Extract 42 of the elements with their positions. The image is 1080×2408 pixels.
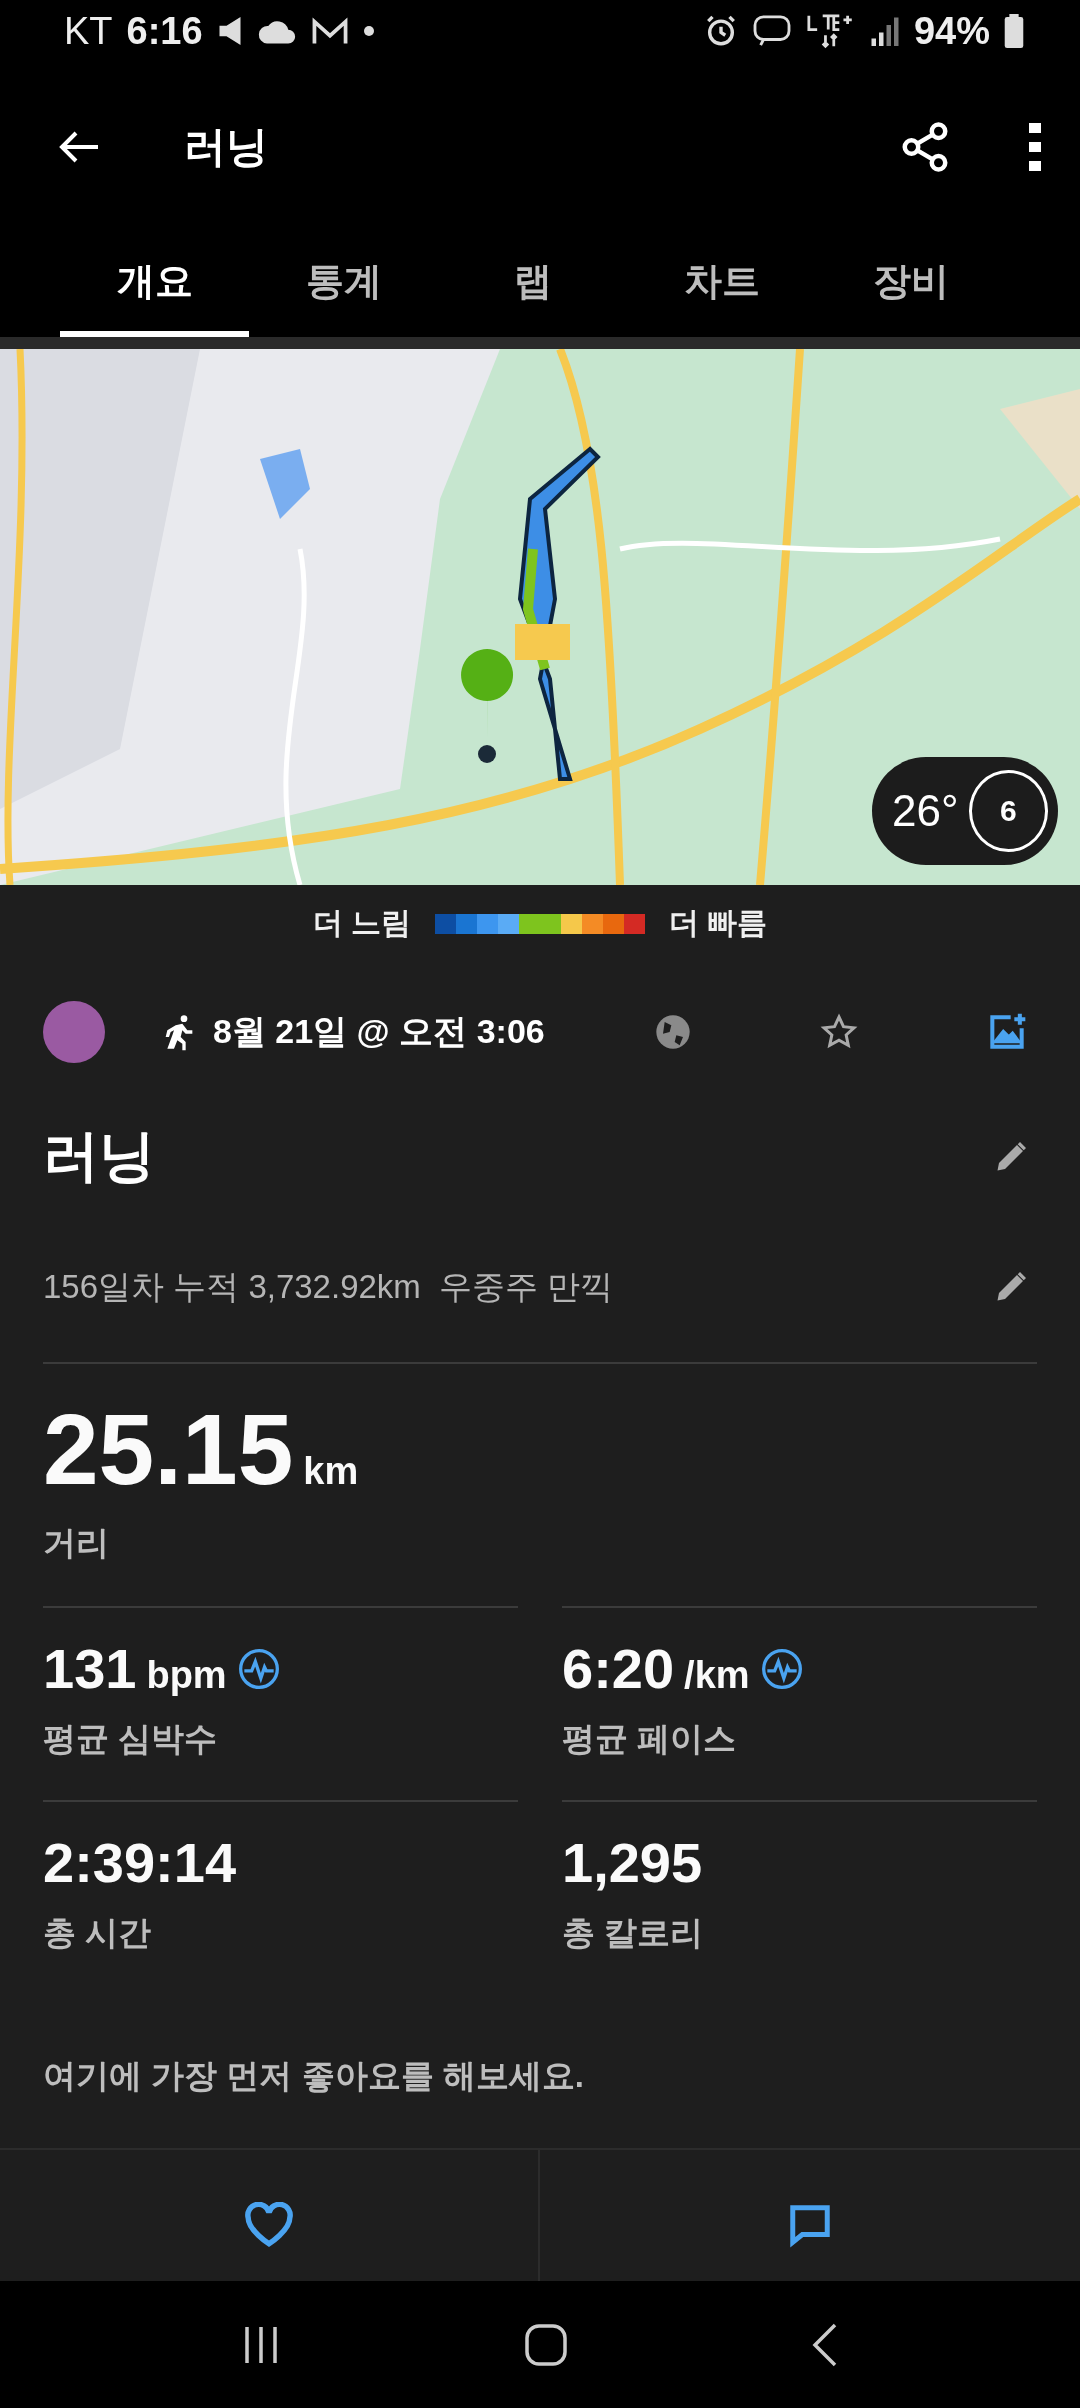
gauge-icon: 6: [968, 770, 1048, 852]
tab[interactable]: 랩: [438, 232, 627, 337]
battery-level: 94%: [913, 9, 990, 53]
more-icon: [1028, 122, 1042, 172]
heart-icon: [244, 2202, 294, 2248]
signal-icon: [869, 15, 900, 47]
stat-label: 평균 심박수: [43, 1719, 219, 1759]
home-icon: [524, 2322, 568, 2367]
heart-rate-icon: [236, 1646, 281, 1691]
tab[interactable]: 차트: [627, 232, 816, 337]
globe-icon: [653, 1012, 693, 1052]
legend-label: 더 느림: [312, 905, 411, 941]
legend-label: 더 빠름: [669, 905, 768, 941]
activity-note: 156일차 누적 3,732.92km 우중주 만끽: [43, 1266, 614, 1307]
heart-rate-icon: [759, 1646, 804, 1691]
stat-value: 1,295: [562, 1830, 703, 1895]
distance-label: 거리: [43, 1523, 110, 1563]
like-prompt: 여기에 가장 먼저 좋아요를 해보세요.: [43, 2055, 584, 2096]
clock: 6:16: [126, 9, 203, 53]
stat-label: 총 시간: [43, 1913, 153, 1953]
mail-icon: [310, 17, 349, 45]
stat-unit: bpm: [146, 1654, 227, 1697]
temperature: 26°: [892, 786, 959, 836]
activity-date: 8월 21일 @ 오전 3:06: [213, 1011, 545, 1052]
tab[interactable]: 개요: [60, 232, 249, 337]
stat-unit: /km: [684, 1654, 750, 1697]
tab[interactable]: 통계: [249, 232, 438, 337]
stat-label: 평균 페이스: [562, 1719, 738, 1759]
battery-icon: [1004, 14, 1024, 48]
comment-icon: [787, 2202, 833, 2248]
stat-value: 6:20: [562, 1636, 675, 1701]
stat-label: 총 칼로리: [562, 1913, 705, 1953]
stat-value: 2:39:14: [43, 1830, 237, 1895]
stat-value: 131: [43, 1636, 137, 1701]
dot-icon: [362, 25, 375, 37]
distance-unit: km: [303, 1450, 359, 1492]
activity-title: 러닝: [43, 1123, 155, 1189]
screen-title: 러닝: [184, 122, 268, 172]
carrier: KT: [64, 9, 113, 53]
distance-value: 25.15: [43, 1393, 294, 1505]
back-chevron-icon: [810, 2322, 839, 2367]
tab[interactable]: 장비: [816, 232, 1005, 337]
